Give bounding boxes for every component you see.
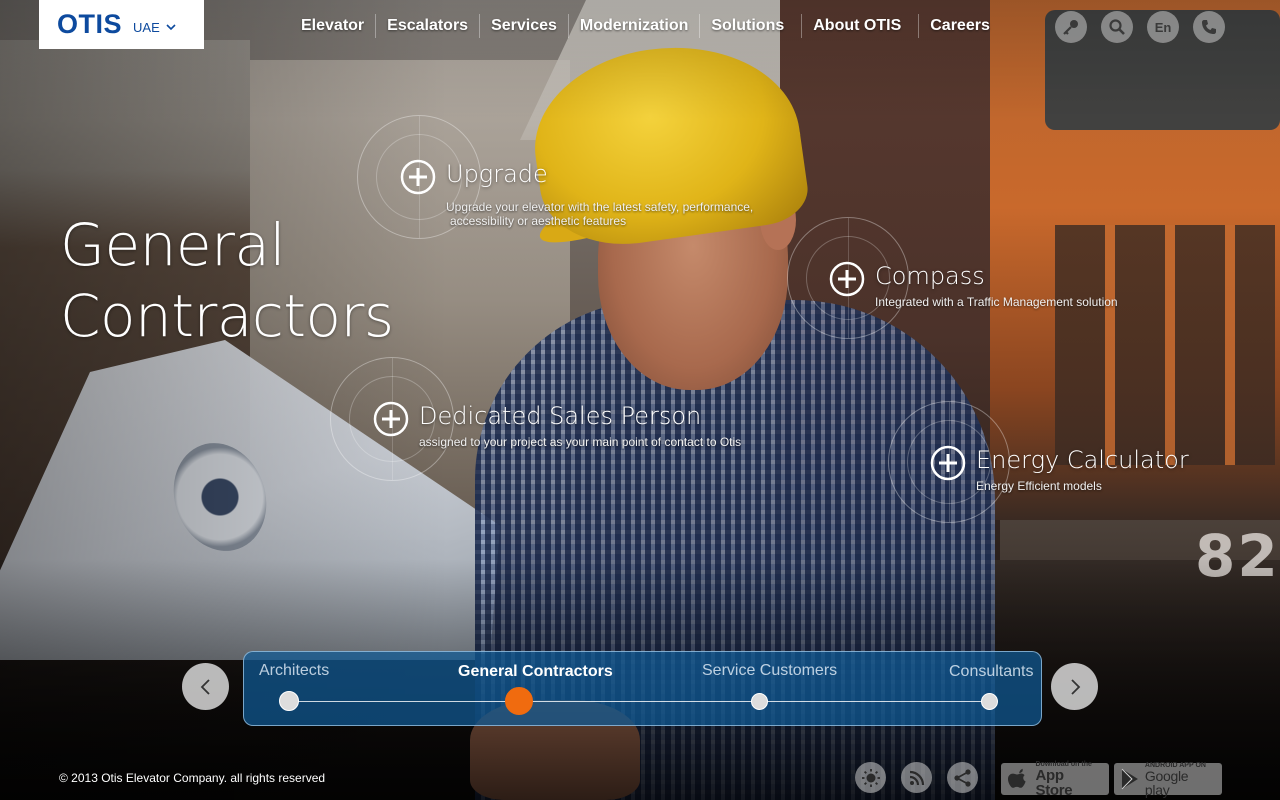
otis-logo-text: OTIS: [57, 9, 123, 39]
language-icon[interactable]: En: [1147, 11, 1179, 43]
slider-item-consultants[interactable]: Consultants: [949, 663, 1034, 681]
slider-prev-button[interactable]: [182, 663, 229, 710]
slider-item-architects[interactable]: Architects: [259, 662, 329, 680]
search-icon[interactable]: [1101, 11, 1133, 43]
logo[interactable]: OTIS UAE: [39, 0, 204, 49]
feature-description: assigned to your project as your main po…: [419, 435, 742, 449]
plus-icon[interactable]: [400, 159, 436, 195]
slider-item-service-customers[interactable]: Service Customers: [702, 662, 837, 680]
feature-description-line1: Upgrade your elevator with the latest sa…: [446, 200, 754, 214]
page-title-line1: General: [60, 211, 286, 279]
plus-icon[interactable]: [829, 261, 865, 297]
nav-modernization[interactable]: Modernization: [567, 14, 699, 38]
phone-icon[interactable]: [1193, 11, 1225, 43]
chevron-down-icon[interactable]: [165, 21, 177, 33]
app-store-big-text: App Store: [1035, 766, 1073, 799]
apple-icon: [1007, 768, 1026, 788]
google-play-badge[interactable]: ANDROID APP ON Google play: [1114, 762, 1222, 797]
google-play-text: ANDROID APP ON Google play: [1145, 762, 1216, 797]
audience-slider: Architects General Contractors Service C…: [243, 651, 1042, 726]
plus-icon[interactable]: [373, 401, 409, 437]
header-icons: En: [1055, 11, 1225, 43]
slider-track: [289, 701, 991, 702]
chevron-left-icon: [200, 678, 210, 695]
nav-escalators[interactable]: Escalators: [375, 14, 479, 38]
feature-title[interactable]: Compass: [875, 262, 985, 290]
brightness-icon[interactable]: [855, 762, 886, 793]
slider-next-button[interactable]: [1051, 663, 1098, 710]
nav-careers[interactable]: Careers: [918, 14, 1001, 38]
plus-icon[interactable]: [930, 445, 966, 481]
slider-dot-general-contractors[interactable]: [505, 687, 533, 715]
key-icon[interactable]: [1055, 11, 1087, 43]
feature-description: Integrated with a Traffic Management sol…: [875, 295, 1118, 309]
footer-social-icons: [855, 762, 978, 793]
region-selector[interactable]: UAE: [133, 20, 160, 35]
page-title: General Contractors: [60, 210, 394, 352]
google-play-icon: [1121, 768, 1138, 790]
feature-description: Energy Efficient models: [976, 479, 1102, 493]
rss-icon[interactable]: [901, 762, 932, 793]
nav-services[interactable]: Services: [479, 14, 568, 38]
app-store-text: Download on the App Store: [1035, 761, 1103, 798]
nav-elevator[interactable]: Elevator: [290, 14, 375, 38]
slider-dot-architects[interactable]: [279, 691, 299, 711]
feature-description-line2: accessibility or aesthetic features: [450, 214, 627, 228]
app-store-badge[interactable]: Download on the App Store: [1001, 761, 1109, 798]
slider-dot-service-customers[interactable]: [751, 693, 768, 710]
copyright-text: © 2013 Otis Elevator Company. all rights…: [59, 771, 326, 785]
main-nav: Elevator Escalators Services Modernizati…: [290, 14, 1001, 38]
nav-solutions[interactable]: Solutions: [699, 14, 795, 38]
nav-about-otis[interactable]: About OTIS: [801, 14, 912, 38]
google-play-big-text: Google play: [1144, 767, 1189, 798]
feature-description: Upgrade your elevator with the latest sa…: [446, 200, 776, 228]
page-title-line2: Contractors: [60, 282, 394, 350]
feature-title[interactable]: Upgrade: [446, 160, 548, 188]
chevron-right-icon: [1070, 678, 1080, 695]
slider-item-general-contractors[interactable]: General Contractors: [458, 663, 613, 681]
share-icon[interactable]: [947, 762, 978, 793]
slider-dot-consultants[interactable]: [981, 693, 998, 710]
feature-title[interactable]: Dedicated Sales Person: [419, 402, 701, 430]
feature-title[interactable]: Energy Calculator: [976, 446, 1189, 474]
